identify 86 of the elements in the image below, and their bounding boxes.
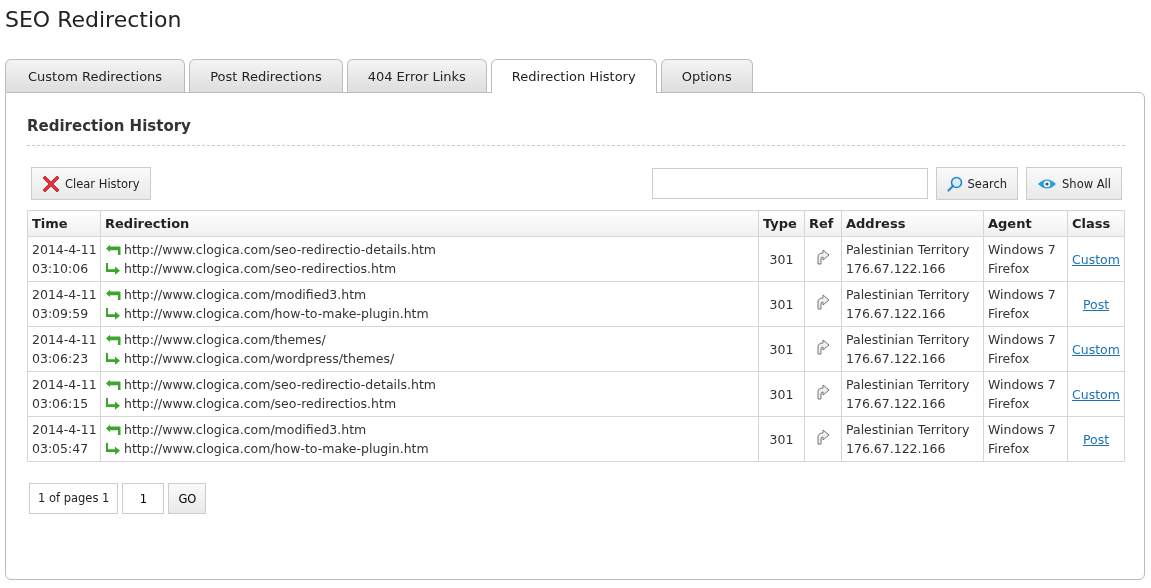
- date-text: 2014-4-11: [32, 421, 96, 439]
- time-text: 03:06:23: [32, 350, 90, 368]
- type-cell: 301: [758, 371, 805, 417]
- tab[interactable]: Post Redirections: [189, 59, 343, 92]
- type-cell: 301: [758, 281, 805, 327]
- page-title: SEO Redirection: [5, 6, 183, 34]
- os-text: Windows 7: [988, 241, 1057, 259]
- type-cell: 301: [758, 326, 805, 372]
- source-url: http://www.clogica.com/modified3.htm: [124, 421, 367, 439]
- class-link[interactable]: Post: [1082, 431, 1110, 447]
- search-icon: [946, 175, 963, 192]
- arrow-right-icon: [105, 307, 121, 320]
- os-text: Windows 7: [988, 421, 1057, 439]
- search-field[interactable]: [651, 168, 928, 199]
- eye-icon: [1037, 177, 1058, 190]
- country-text: Palestinian Territory: [846, 331, 971, 349]
- redirect-arrow-icon: [816, 338, 830, 355]
- target-url: http://www.clogica.com/how-to-make-plugin.htm: [124, 440, 429, 458]
- redirect-arrow-icon: [816, 293, 830, 310]
- browser-text: Firefox: [988, 395, 1031, 413]
- arrow-right-icon: [105, 397, 121, 410]
- date-text: 2014-4-11: [32, 241, 96, 259]
- column-header: Address: [841, 210, 984, 237]
- arrow-left-icon: [105, 378, 121, 391]
- column-header: Redirection: [100, 210, 759, 237]
- browser-text: Firefox: [988, 305, 1031, 323]
- column-header: Ref: [804, 210, 842, 237]
- page-input[interactable]: 1: [122, 483, 165, 514]
- target-url: http://www.clogica.com/seo-redirectios.htm: [124, 260, 397, 278]
- column-header: Class: [1067, 210, 1125, 237]
- arrow-right-icon: [105, 442, 121, 455]
- browser-text: Firefox: [988, 350, 1031, 368]
- tab[interactable]: Options: [660, 59, 753, 92]
- arrow-left-icon: [105, 243, 121, 256]
- source-url: http://www.clogica.com/themes/: [124, 331, 326, 349]
- browser-text: Firefox: [988, 440, 1031, 458]
- type-cell: 301: [758, 416, 805, 462]
- ip-text: 176.67.122.166: [846, 260, 947, 278]
- tab[interactable]: Custom Redirections: [5, 59, 186, 92]
- ip-text: 176.67.122.166: [846, 305, 947, 323]
- date-text: 2014-4-11: [32, 286, 96, 304]
- country-text: Palestinian Territory: [846, 421, 971, 439]
- arrow-right-icon: [105, 262, 121, 275]
- arrow-left-icon: [105, 288, 121, 301]
- redirect-arrow-icon: [816, 428, 830, 445]
- ip-text: 176.67.122.166: [846, 395, 947, 413]
- browser-text: Firefox: [988, 260, 1031, 278]
- column-header: Type: [758, 210, 805, 237]
- country-text: Palestinian Territory: [846, 286, 971, 304]
- section-title: Redirection History: [27, 117, 1125, 146]
- time-text: 03:09:59: [32, 305, 90, 323]
- target-url: http://www.clogica.com/seo-redirectios.htm: [124, 395, 397, 413]
- search-button[interactable]: Search: [935, 167, 1019, 200]
- column-header: Agent: [983, 210, 1068, 237]
- ip-text: 176.67.122.166: [846, 440, 947, 458]
- ip-text: 176.67.122.166: [846, 350, 947, 368]
- source-url: http://www.clogica.com/seo-redirectio-details.htm: [124, 376, 436, 394]
- os-text: Windows 7: [988, 331, 1057, 349]
- tab[interactable]: Redirection History: [490, 59, 657, 93]
- type-cell: 301: [758, 236, 805, 282]
- country-text: Palestinian Territory: [846, 241, 971, 259]
- source-url: http://www.clogica.com/seo-redirectio-details.htm: [124, 241, 436, 259]
- target-url: http://www.clogica.com/wordpress/themes/: [124, 350, 395, 368]
- redirect-arrow-icon: [816, 248, 830, 265]
- time-text: 03:05:47: [32, 440, 90, 458]
- arrow-right-icon: [105, 352, 121, 365]
- target-url: http://www.clogica.com/how-to-make-plugin.htm: [124, 305, 429, 323]
- time-text: 03:06:15: [32, 395, 90, 413]
- class-link[interactable]: Post: [1082, 296, 1110, 312]
- redirect-arrow-icon: [816, 383, 830, 400]
- date-text: 2014-4-11: [32, 331, 96, 349]
- page-info: 1 of pages 1: [29, 483, 119, 514]
- arrow-left-icon: [105, 333, 121, 346]
- os-text: Windows 7: [988, 376, 1057, 394]
- tab[interactable]: 404 Error Links: [346, 59, 487, 92]
- date-text: 2014-4-11: [32, 376, 96, 394]
- country-text: Palestinian Territory: [846, 376, 971, 394]
- column-header: Time: [27, 210, 101, 237]
- show-all-button[interactable]: Show All: [1026, 167, 1122, 200]
- os-text: Windows 7: [988, 286, 1057, 304]
- go-button[interactable]: GO: [168, 483, 207, 514]
- clear-history-button[interactable]: Clear History: [31, 167, 151, 200]
- source-url: http://www.clogica.com/modified3.htm: [124, 286, 367, 304]
- time-text: 03:10:06: [32, 260, 90, 278]
- delete-icon: [42, 174, 60, 193]
- arrow-left-icon: [105, 423, 121, 436]
